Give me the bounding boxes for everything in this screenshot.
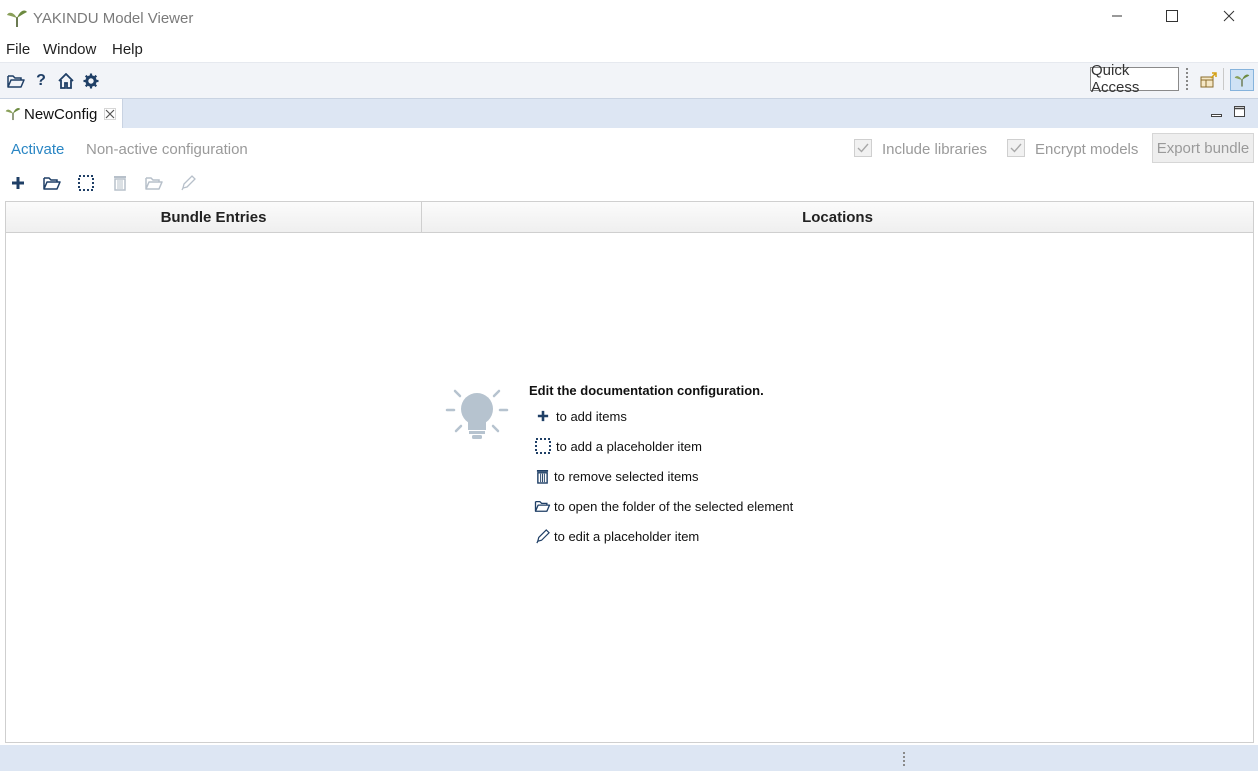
tab-close-icon[interactable] xyxy=(104,107,116,125)
activate-link[interactable]: Activate xyxy=(11,141,64,158)
column-header-locations[interactable]: Locations xyxy=(422,202,1253,232)
tab-newconfig[interactable]: NewConfig xyxy=(0,99,123,129)
pencil-icon xyxy=(530,528,554,544)
yakindu-logo-icon xyxy=(6,8,28,28)
encrypt-models-label: Encrypt models xyxy=(1035,141,1139,158)
open-folder-icon[interactable] xyxy=(43,174,61,192)
close-icon xyxy=(1223,9,1235,27)
quick-access-field[interactable]: Quick Access xyxy=(1090,62,1179,96)
hint-item-text: to add a placeholder item xyxy=(556,438,702,454)
export-bundle-button[interactable]: Export bundle xyxy=(1152,133,1254,163)
close-button[interactable] xyxy=(1200,0,1258,36)
include-libraries-checkbox[interactable] xyxy=(854,139,872,157)
main-toolbar: ? xyxy=(0,62,1258,99)
trash-icon[interactable] xyxy=(111,174,129,192)
yakindu-sprout-icon xyxy=(5,106,21,126)
open-folder-icon[interactable] xyxy=(6,71,26,91)
home-icon[interactable] xyxy=(56,71,76,91)
hint-item: to remove selected items xyxy=(528,466,699,486)
encrypt-models-checkbox[interactable] xyxy=(1007,139,1025,157)
open-perspective-icon[interactable] xyxy=(1199,70,1219,90)
add-icon xyxy=(530,410,556,422)
status-bar xyxy=(0,745,1258,771)
configuration-status: Non-active configuration xyxy=(86,141,248,158)
status-bar-grip[interactable] xyxy=(903,752,907,766)
toolbar-divider xyxy=(1223,68,1224,90)
hint-item: to add a placeholder item xyxy=(528,436,702,456)
folder-icon xyxy=(530,499,554,513)
placeholder-icon[interactable] xyxy=(77,174,95,192)
menu-file[interactable]: File xyxy=(6,41,30,58)
menu-window[interactable]: Window xyxy=(43,41,96,58)
help-icon[interactable]: ? xyxy=(31,71,51,91)
hint-item: to open the folder of the selected eleme… xyxy=(528,496,793,516)
hint-item-text: to add items xyxy=(556,408,627,424)
folder-icon[interactable] xyxy=(145,174,163,192)
maximize-button[interactable] xyxy=(1143,0,1201,36)
placeholder-icon xyxy=(530,438,556,454)
hint-item-text: to open the folder of the selected eleme… xyxy=(554,498,794,514)
hint-item-text: to remove selected items xyxy=(554,468,699,484)
hint-title: Edit the documentation configuration. xyxy=(529,383,764,398)
column-header-bundle-entries[interactable]: Bundle Entries xyxy=(6,202,422,232)
editor-tab-strip xyxy=(0,98,1258,129)
menu-help[interactable]: Help xyxy=(112,41,143,58)
include-libraries-label: Include libraries xyxy=(882,141,988,158)
yakindu-perspective-icon[interactable] xyxy=(1230,69,1254,91)
title-bar: YAKINDU Model Viewer xyxy=(0,0,1258,38)
lightbulb-icon xyxy=(444,384,510,451)
trash-icon xyxy=(530,469,554,484)
window-title: YAKINDU Model Viewer xyxy=(33,10,194,27)
minimize-view-icon[interactable] xyxy=(1211,107,1223,125)
table-header: Bundle Entries Locations xyxy=(6,202,1253,233)
minimize-icon xyxy=(1111,9,1123,27)
add-icon[interactable] xyxy=(9,174,27,192)
maximize-view-icon[interactable] xyxy=(1234,105,1246,123)
tab-label: NewConfig xyxy=(24,106,98,123)
menu-bar: File Window Help xyxy=(0,38,1258,62)
maximize-icon xyxy=(1166,9,1178,27)
toolbar-grip[interactable] xyxy=(1186,68,1190,90)
hint-item-text: to edit a placeholder item xyxy=(554,528,700,544)
settings-gear-icon[interactable] xyxy=(81,71,101,91)
hint-item: to edit a placeholder item xyxy=(528,526,699,546)
pencil-icon[interactable] xyxy=(179,174,197,192)
hint-item: to add items xyxy=(528,406,627,426)
minimize-button[interactable] xyxy=(1088,0,1146,36)
